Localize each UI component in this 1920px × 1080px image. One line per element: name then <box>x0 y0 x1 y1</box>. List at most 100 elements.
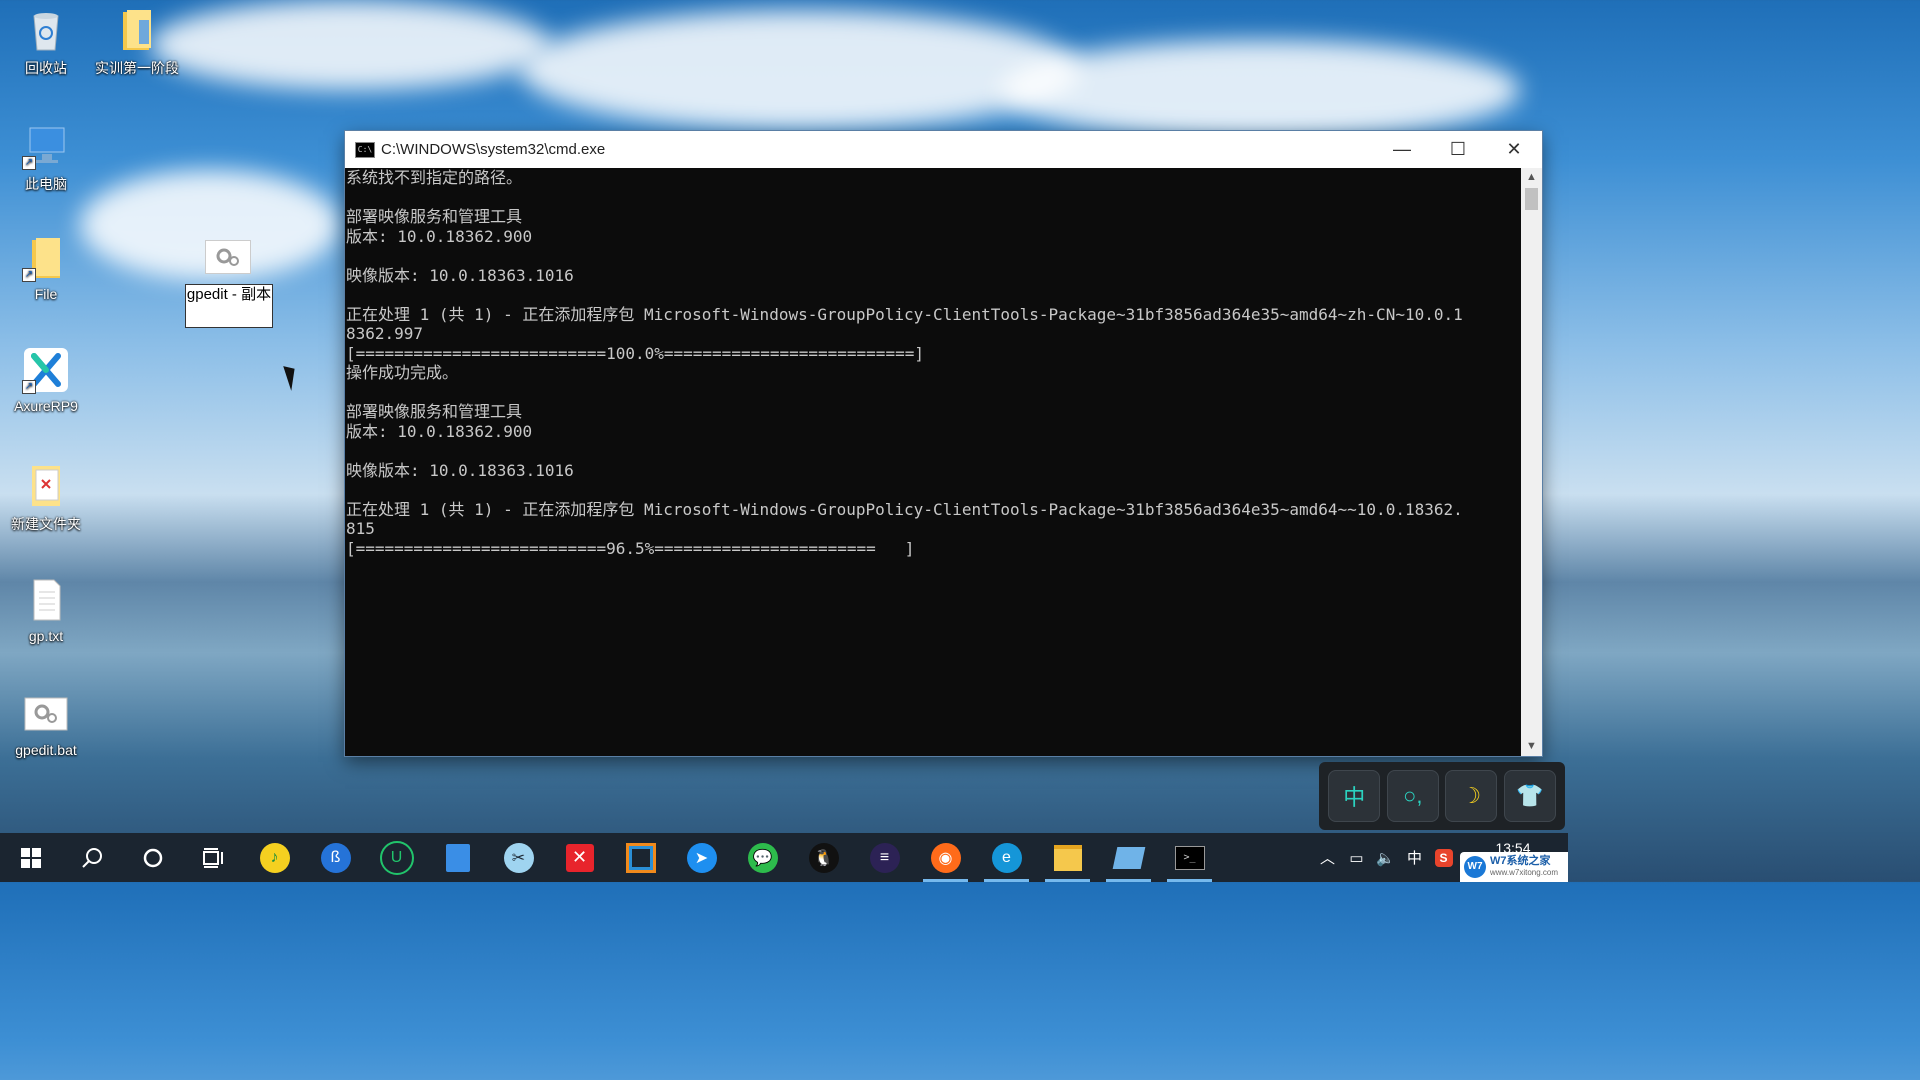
axure-icon: ↗ <box>22 346 70 394</box>
ime-toolbar: 中 ○, ☽ 👕 <box>1319 762 1565 830</box>
console-line: 8362.997 <box>346 324 424 343</box>
chevron-up-icon: ︿ <box>1319 850 1335 867</box>
search-button[interactable] <box>61 833 122 882</box>
maximize-button[interactable]: ☐ <box>1430 131 1486 168</box>
desktop-icon-folder[interactable]: 实训第一阶段 <box>92 6 182 78</box>
taskbar-app[interactable]: ß <box>305 833 366 882</box>
ime-chinese-mode-button[interactable]: 中 <box>1328 770 1381 822</box>
console-line: 版本: 10.0.18362.900 <box>346 226 533 246</box>
wallpaper-cloud <box>150 0 550 90</box>
taskbar-app-cmd[interactable]: >_ <box>1159 833 1220 882</box>
recycle-bin-icon <box>22 6 70 54</box>
window-tool-icon <box>625 842 656 873</box>
taskbar-app-eclipse[interactable]: ≡ <box>854 833 915 882</box>
maximize-icon: ☐ <box>1449 139 1467 159</box>
shortcut-arrow-icon: ↗ <box>22 268 36 282</box>
start-button[interactable] <box>0 833 61 882</box>
scroll-up-icon[interactable]: ▲ <box>1521 168 1542 187</box>
taskbar-app-qq[interactable]: 🐧 <box>793 833 854 882</box>
scroll-down-icon[interactable]: ▼ <box>1521 737 1542 756</box>
start-icon <box>20 847 41 868</box>
taskbar-app-snipaste[interactable]: ✂ <box>488 833 549 882</box>
console-line: 版本: 10.0.18362.900 <box>346 421 533 441</box>
edge-icon: e <box>991 842 1022 873</box>
show-hidden-icons-button[interactable]: ︿ <box>1313 847 1342 868</box>
sogou-ime-button[interactable]: S <box>1429 848 1458 867</box>
ime-indicator[interactable]: 中 <box>1400 847 1429 868</box>
taskbar-app-xmind[interactable]: ✕ <box>549 833 610 882</box>
desktop-icon-label: File <box>34 286 58 302</box>
ime-skin-button[interactable]: 👕 <box>1503 770 1556 822</box>
taskbar-app-edge[interactable]: e <box>976 833 1037 882</box>
taskbar-app-wechat[interactable]: 💬 <box>732 833 793 882</box>
desktop-icon-label: gpedit.bat <box>15 742 77 758</box>
desktop-icon-gp-txt[interactable]: gp.txt <box>1 576 91 644</box>
taskbar-app-firefox[interactable]: ◉ <box>915 833 976 882</box>
text-file-icon <box>22 576 70 624</box>
console-output[interactable]: 系统找不到指定的路径。 部署映像服务和管理工具 版本: 10.0.18362.90… <box>345 168 1521 756</box>
cmd-icon: >_ <box>1174 845 1205 870</box>
notebook-icon <box>445 843 470 872</box>
batch-file-icon <box>22 690 70 738</box>
qq-icon: 🐧 <box>808 842 839 873</box>
file-explorer-icon <box>1053 844 1082 871</box>
taskbar-app-window-tool[interactable] <box>610 833 671 882</box>
watermark: W7 W7系统之家 www.w7xitong.com <box>1460 852 1568 882</box>
console-line: 部署映像服务和管理工具 <box>346 207 523 226</box>
mouse-cursor-icon <box>283 363 301 391</box>
taskbar-app-notebook[interactable] <box>427 833 488 882</box>
desktop-icon-label: 新建文件夹 <box>11 516 81 532</box>
desktop-icon-this-pc[interactable]: ↗ 此电脑 <box>1 122 91 194</box>
wechat-icon: 💬 <box>747 842 778 873</box>
desktop-icon-file[interactable]: ↗ File <box>1 234 91 302</box>
console-line: 映像版本: 10.0.18363.1016 <box>346 460 574 480</box>
desktop-icon-new-folder[interactable]: 新建文件夹 <box>1 462 91 534</box>
watermark-title: W7系统之家 <box>1490 855 1551 867</box>
network-icon: ▭ <box>1349 849 1364 867</box>
eclipse-icon: ≡ <box>869 842 900 873</box>
taskbar-app-qq-music[interactable]: ♪ <box>244 833 305 882</box>
console-line: 系统找不到指定的路径。 <box>346 168 523 187</box>
taskbar-app-feishu[interactable]: ➤ <box>671 833 732 882</box>
batch-file-icon <box>205 240 251 274</box>
minimize-button[interactable]: — <box>1374 131 1430 168</box>
network-button[interactable]: ▭ <box>1342 849 1371 867</box>
taskbar-app[interactable] <box>1098 833 1159 882</box>
desktop-icon-gpedit-bat[interactable]: gpedit.bat <box>1 690 91 758</box>
taskbar-app-file-explorer[interactable] <box>1037 833 1098 882</box>
vertical-scrollbar[interactable]: ▲ ▼ <box>1521 168 1542 756</box>
volume-button[interactable]: 🔈 <box>1371 849 1400 867</box>
task-view-button[interactable] <box>183 833 244 882</box>
desktop-icon-axure[interactable]: ↗ AxureRP9 <box>1 346 91 414</box>
desktop-icon-label: 此电脑 <box>25 176 67 192</box>
console-line: 映像版本: 10.0.18363.1016 <box>346 265 574 285</box>
desktop-icon-renaming[interactable] <box>205 240 251 276</box>
ime-moon-button[interactable]: ☽ <box>1445 770 1498 822</box>
console-line: 正在处理 1 (共 1) - 正在添加程序包 Microsoft-Windows… <box>346 499 1463 519</box>
cmd-window[interactable]: C:\ C:\WINDOWS\system32\cmd.exe — ☐ ✕ 系统… <box>345 131 1542 756</box>
cortana-button[interactable] <box>122 833 183 882</box>
desktop-icon-label: gp.txt <box>28 628 64 644</box>
window-titlebar[interactable]: C:\ C:\WINDOWS\system32\cmd.exe — ☐ ✕ <box>345 131 1542 168</box>
ime-punctuation-button[interactable]: ○, <box>1386 770 1439 822</box>
console-line: 正在处理 1 (共 1) - 正在添加程序包 Microsoft-Windows… <box>346 304 1463 324</box>
punctuation-icon: ○, <box>1403 783 1423 808</box>
desktop-icon-label: AxureRP9 <box>14 398 78 414</box>
desktop-icon-recycle-bin[interactable]: 回收站 <box>1 6 91 78</box>
watermark-logo-icon: W7 <box>1464 856 1486 878</box>
window-title: C:\WINDOWS\system32\cmd.exe <box>381 141 606 158</box>
wallpaper-cloud <box>520 10 1080 130</box>
folder-shortcut-icon: ↗ <box>22 234 70 282</box>
rename-input[interactable]: gpedit - 副本 <box>185 284 273 328</box>
close-button[interactable]: ✕ <box>1486 131 1542 168</box>
skin-icon: 👕 <box>1516 783 1544 808</box>
qq-music-icon: ♪ <box>259 842 290 873</box>
scrollbar-thumb[interactable] <box>1525 188 1538 210</box>
taskbar-app-upupoo[interactable]: U <box>366 833 427 882</box>
upupoo-icon: U <box>379 840 414 875</box>
